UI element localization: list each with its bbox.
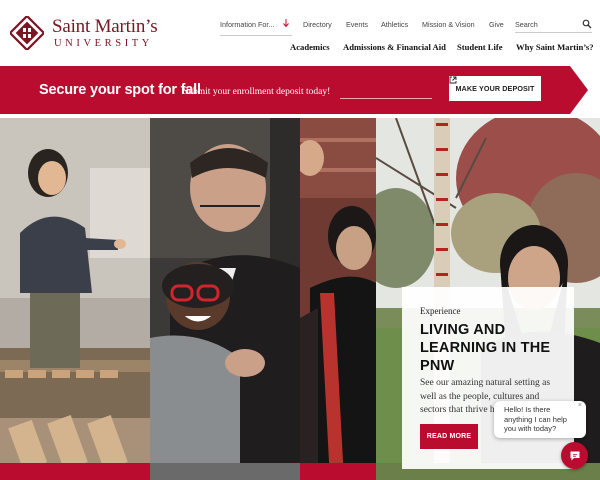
enrollment-banner: Secure your spot for fall Submit your en… (0, 66, 600, 114)
make-deposit-label: MAKE YOUR DEPOSIT (455, 84, 535, 93)
hero-info-card: Experience LIVING AND LEARNING IN THE PN… (402, 287, 574, 469)
logo-name: Saint Martin’s (52, 16, 158, 37)
chat-greeting-text: Hello! Is there anything I can help you … (504, 405, 567, 433)
chat-greeting-bubble[interactable]: Hello! Is there anything I can help you … (494, 401, 586, 438)
nav-why-saint-martins[interactable]: Why Saint Martin’s? (516, 42, 594, 52)
banner-subtitle: Submit your enrollment deposit today! (183, 87, 331, 97)
utility-link-mission-vision[interactable]: Mission & Vision (422, 20, 475, 29)
information-for-label: Information For... (220, 20, 275, 29)
nav-student-life[interactable]: Student Life (457, 42, 503, 52)
hero-photo-teacher (0, 118, 150, 480)
arrow-down-icon (283, 19, 289, 28)
logo-subtitle: UNIVERSITY (54, 38, 153, 49)
information-for-dropdown[interactable]: Information For... (220, 19, 292, 36)
card-title: LIVING AND LEARNING IN THE PNW (420, 322, 551, 374)
utility-link-athletics[interactable]: Athletics (381, 20, 408, 29)
external-link-icon (449, 76, 457, 84)
make-deposit-button[interactable]: MAKE YOUR DEPOSIT (449, 76, 541, 101)
nav-admissions-financial-aid[interactable]: Admissions & Financial Aid (343, 42, 446, 52)
utility-link-give[interactable]: Give (489, 20, 504, 29)
read-more-button[interactable]: READ MORE (420, 424, 478, 449)
chat-icon (570, 451, 579, 460)
nav-academics[interactable]: Academics (290, 42, 330, 52)
logo-emblem-icon (10, 16, 44, 50)
banner-title: Secure your spot for fall (39, 82, 201, 98)
university-logo[interactable]: Saint Martin’s UNIVERSITY (10, 14, 160, 54)
banner-underline (340, 98, 432, 99)
search-box (515, 17, 592, 33)
chat-close-button[interactable]: × (578, 402, 582, 409)
site-header: Saint Martin’s UNIVERSITY Information Fo… (0, 0, 600, 66)
hero-photo-hug (150, 118, 300, 480)
search-icon[interactable] (582, 19, 592, 29)
hero-photo-graduates (300, 118, 376, 480)
utility-link-directory[interactable]: Directory (303, 20, 332, 29)
utility-link-events[interactable]: Events (346, 20, 368, 29)
chat-launcher-button[interactable] (561, 442, 588, 469)
search-input[interactable] (515, 17, 579, 31)
card-eyebrow: Experience (420, 306, 461, 316)
